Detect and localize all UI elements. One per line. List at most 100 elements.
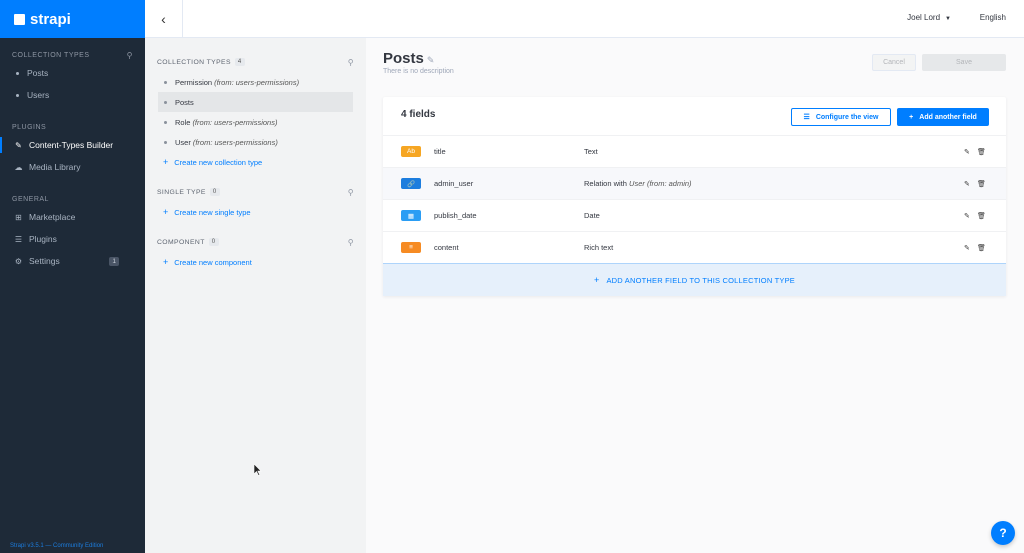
trash-icon[interactable]: 🗑 <box>977 148 986 156</box>
strapi-logo-icon <box>14 13 25 25</box>
leftnav-item-label: Marketplace <box>29 212 76 222</box>
item-suffix: (from: users-permissions) <box>192 137 278 147</box>
leftnav-item-settings[interactable]: ⚙ Settings 1 <box>0 250 145 272</box>
bullet-icon <box>164 120 167 124</box>
collection-types-section-header: COLLECTION TYPES 4 ⚲ <box>145 56 366 68</box>
pencil-icon[interactable]: ✎ <box>964 148 970 156</box>
pencil-icon[interactable]: ✎ <box>964 244 970 252</box>
field-row[interactable]: ≡ content Rich text ✎ 🗑 <box>383 231 1006 263</box>
help-button[interactable]: ? <box>991 521 1015 545</box>
plugins-heading: PLUGINS <box>12 123 47 131</box>
pencil-icon[interactable]: ✎ <box>964 212 970 220</box>
configure-view-button[interactable]: ☰ Configure the view <box>791 108 891 126</box>
item-suffix: (from: users-permissions) <box>214 77 300 87</box>
calendar-type-icon: ▦ <box>401 210 421 221</box>
field-type: Relation with User (from: admin) <box>584 179 692 188</box>
create-collection-type-link[interactable]: + Create new collection type <box>145 152 366 172</box>
settings-badge: 1 <box>109 256 119 266</box>
leftnav-item-label: Settings <box>29 256 60 266</box>
sliders-icon: ☰ <box>803 114 810 121</box>
trash-icon[interactable]: 🗑 <box>977 244 986 252</box>
add-another-field-button[interactable]: + Add another field <box>897 108 989 126</box>
page-title-text: Posts <box>383 50 424 67</box>
count-badge: 4 <box>234 58 245 66</box>
subnav-item-user[interactable]: User (from: users-permissions) <box>158 132 353 152</box>
bullet-icon <box>16 71 19 75</box>
relation-type-icon: 🔗 <box>401 178 421 189</box>
section-title: COMPONENT <box>157 238 205 246</box>
search-icon[interactable]: ⚲ <box>127 51 133 60</box>
page-description: There is no description <box>383 68 454 75</box>
field-row[interactable]: Ab title Text ✎ 🗑 <box>383 135 1006 167</box>
leftnav-item-content-types-builder[interactable]: ✎ Content-Types Builder <box>0 134 145 156</box>
bullet-icon <box>16 93 19 97</box>
count-badge: 0 <box>208 238 219 246</box>
leftnav-item-label: Posts <box>27 68 49 78</box>
plus-icon: + <box>163 257 169 267</box>
create-single-type-link[interactable]: + Create new single type <box>145 202 366 222</box>
bullet-icon <box>164 140 167 144</box>
field-type: Text <box>584 147 598 156</box>
add-bar-label: ADD ANOTHER FIELD TO THIS COLLECTION TYP… <box>606 275 795 285</box>
search-icon[interactable]: ⚲ <box>348 188 354 197</box>
collection-types-title: COLLECTION TYPES <box>12 51 90 59</box>
field-row[interactable]: ▦ publish_date Date ✎ 🗑 <box>383 199 1006 231</box>
leftnav-item-users[interactable]: Users <box>0 84 145 106</box>
search-icon[interactable]: ⚲ <box>348 58 354 67</box>
gear-icon: ⚙ <box>14 256 23 266</box>
cancel-button[interactable]: Cancel <box>872 54 916 71</box>
save-button[interactable]: Save <box>922 54 1006 71</box>
count-badge: 0 <box>209 188 220 196</box>
leftnav-item-label: Plugins <box>29 234 57 244</box>
bullet-icon <box>164 80 167 84</box>
subnav-item-role[interactable]: Role (from: users-permissions) <box>158 112 353 132</box>
main-content: Posts ✎ There is no description Cancel Sa… <box>366 38 1024 553</box>
trash-icon[interactable]: 🗑 <box>977 180 986 188</box>
user-menu[interactable]: Joel Lord ▼ <box>907 13 951 22</box>
subnav-item-posts[interactable]: Posts <box>158 92 353 112</box>
single-type-section-header: SINGLE TYPE 0 ⚲ <box>145 186 366 198</box>
collection-types-heading: COLLECTION TYPES ⚲ <box>0 48 145 62</box>
field-row[interactable]: 🔗 admin_user Relation with User (from: a… <box>383 167 1006 199</box>
leftnav-item-label: Content-Types Builder <box>29 140 114 150</box>
page-title: Posts ✎ <box>383 50 434 67</box>
plus-icon: + <box>163 157 169 167</box>
cloud-icon: ☁ <box>14 162 23 172</box>
leftnav-item-label: Users <box>27 90 50 100</box>
back-button[interactable]: ‹ <box>145 0 183 38</box>
trash-icon[interactable]: 🗑 <box>977 212 986 220</box>
caret-down-icon: ▼ <box>945 16 951 22</box>
search-icon[interactable]: ⚲ <box>348 238 354 247</box>
create-label: Create new single type <box>174 207 251 217</box>
item-label: User <box>175 137 191 147</box>
strapi-logo[interactable]: strapi <box>0 0 145 38</box>
logo-text: strapi <box>30 10 71 28</box>
leftnav-item-marketplace[interactable]: ⊞ Marketplace <box>0 206 145 228</box>
language-selector[interactable]: English <box>980 13 1006 22</box>
pencil-icon[interactable]: ✎ <box>427 55 435 65</box>
plus-icon: + <box>163 207 169 217</box>
add-field-to-collection-bar[interactable]: + ADD ANOTHER FIELD TO THIS COLLECTION T… <box>383 263 1006 296</box>
left-navigation: strapi COLLECTION TYPES ⚲ Posts Users PL… <box>0 0 145 553</box>
field-name: admin_user <box>434 179 474 188</box>
add-field-label: Add another field <box>919 113 977 121</box>
field-name: content <box>434 243 459 252</box>
subnav-item-permission[interactable]: Permission (from: users-permissions) <box>158 72 353 92</box>
configure-label: Configure the view <box>815 113 879 121</box>
leftnav-item-plugins[interactable]: ☰ Plugins <box>0 228 145 250</box>
version-footer[interactable]: Strapi v3.5.1 — Community Edition <box>10 543 103 549</box>
create-component-link[interactable]: + Create new component <box>145 252 366 272</box>
bullet-icon <box>164 100 167 104</box>
create-label: Create new component <box>174 257 252 267</box>
leftnav-item-label: Media Library <box>29 162 81 172</box>
chevron-left-icon: ‹ <box>161 11 166 27</box>
field-name: publish_date <box>434 211 477 220</box>
user-name: Joel Lord <box>907 13 941 22</box>
field-type-text: Relation with <box>584 179 627 188</box>
item-suffix: (from: users-permissions) <box>192 117 278 127</box>
item-label: Role <box>175 117 191 127</box>
mouse-cursor-icon <box>254 464 262 476</box>
leftnav-item-media-library[interactable]: ☁ Media Library <box>0 156 145 178</box>
pencil-icon[interactable]: ✎ <box>964 180 970 188</box>
leftnav-item-posts[interactable]: Posts <box>0 62 145 84</box>
